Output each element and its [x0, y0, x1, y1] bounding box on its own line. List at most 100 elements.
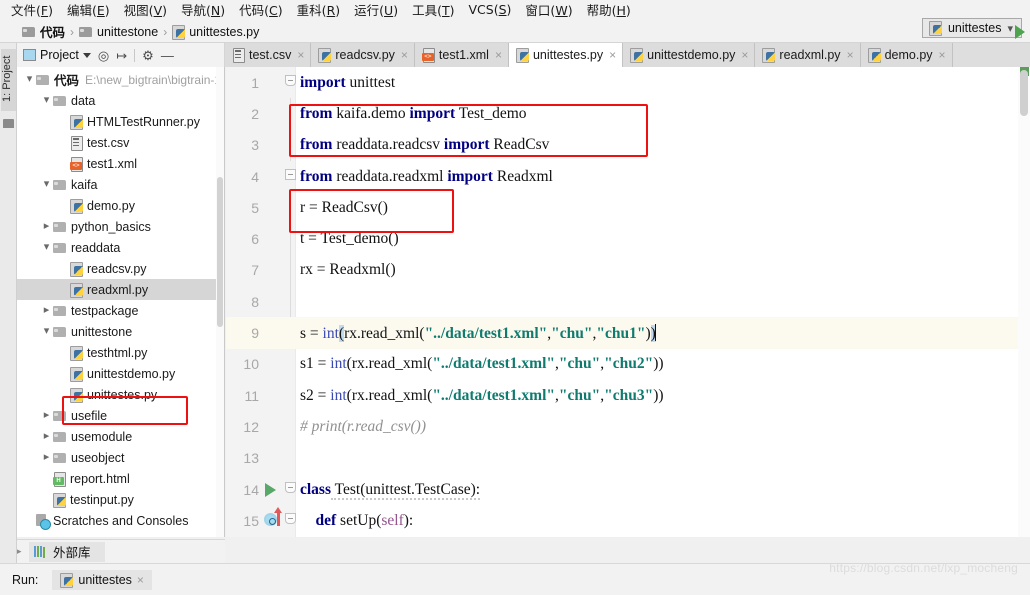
- gutter-marker[interactable]: [262, 255, 284, 286]
- fold-gutter[interactable]: [284, 161, 296, 192]
- fold-toggle-icon[interactable]: [285, 513, 296, 525]
- tree-item-unittestes-py[interactable]: unittestes.py: [17, 384, 224, 405]
- close-icon[interactable]: ×: [741, 48, 748, 62]
- chevron-right-icon[interactable]: [40, 221, 53, 232]
- close-icon[interactable]: ×: [297, 48, 304, 62]
- fold-gutter[interactable]: [284, 443, 296, 474]
- editor-tab-demo-py[interactable]: demo.py ×: [860, 43, 953, 67]
- code-line-13[interactable]: 13: [226, 443, 1030, 474]
- tree-item-HTMLTestRunner-py[interactable]: HTMLTestRunner.py: [17, 111, 224, 132]
- chevron-right-icon[interactable]: [40, 305, 53, 316]
- menu-item-1[interactable]: 编辑(E): [60, 0, 117, 20]
- tree-item-testhtml-py[interactable]: testhtml.py: [17, 342, 224, 363]
- code-line-3[interactable]: 3 from readdata.readcsv import ReadCsv: [226, 129, 1030, 161]
- fold-gutter[interactable]: [284, 129, 296, 161]
- editor-tab-unittestes-py[interactable]: unittestes.py ×: [508, 43, 624, 67]
- settings-gear-icon[interactable]: ⚙: [142, 49, 154, 62]
- sidebar-scrollbar-track[interactable]: [216, 67, 224, 537]
- gutter-marker[interactable]: [262, 349, 284, 380]
- editor-tab-test-csv[interactable]: test.csv ×: [225, 43, 312, 67]
- menu-item-7[interactable]: 工具(T): [405, 0, 461, 20]
- code-line-16[interactable]: 16 print("start"): [226, 536, 1030, 537]
- fold-gutter[interactable]: [284, 192, 296, 224]
- editor-scrollbar-thumb[interactable]: [1020, 70, 1028, 116]
- close-icon[interactable]: ×: [609, 48, 616, 62]
- fold-gutter[interactable]: [284, 318, 296, 349]
- code-text[interactable]: t = Test_demo(): [296, 230, 399, 248]
- gutter-marker[interactable]: [262, 286, 284, 317]
- hide-panel-icon[interactable]: —: [161, 49, 174, 62]
- breadcrumb-item-0[interactable]: 代码: [22, 22, 65, 41]
- chevron-right-icon[interactable]: [40, 410, 53, 421]
- tree-item-test-csv[interactable]: test.csv: [17, 132, 224, 153]
- code-line-11[interactable]: 11 s2 = int(rx.read_xml("../data/test1.xm…: [226, 380, 1030, 411]
- code-text[interactable]: r = ReadCsv(): [296, 199, 388, 217]
- editor-tab-readcsv-py[interactable]: readcsv.py ×: [311, 43, 415, 67]
- menu-item-5[interactable]: 重科(R): [290, 0, 347, 20]
- breakpoint-icon[interactable]: [264, 513, 277, 527]
- code-line-12[interactable]: 12 # print(r.read_csv()): [226, 411, 1030, 442]
- tree-item-unittestone[interactable]: unittestone: [17, 321, 224, 342]
- run-tab-unittestes[interactable]: unittestes ×: [52, 569, 152, 590]
- folder-icon[interactable]: [3, 119, 14, 128]
- sidebar-tab-project[interactable]: 1: Project: [1, 49, 16, 111]
- fold-gutter[interactable]: [284, 254, 296, 286]
- tree-item-test1-xml[interactable]: test1.xml: [17, 153, 224, 174]
- run-test-icon[interactable]: [265, 483, 276, 497]
- tree-item-usemodule[interactable]: usemodule: [17, 426, 224, 447]
- chevron-right-icon[interactable]: [40, 452, 53, 463]
- chevron-down-icon[interactable]: [82, 52, 91, 58]
- menu-item-10[interactable]: 帮助(H): [580, 0, 638, 20]
- menu-item-4[interactable]: 代码(C): [232, 0, 290, 20]
- tree-item-kaifa[interactable]: kaifa: [17, 174, 224, 195]
- menu-item-0[interactable]: 文件(F): [4, 0, 60, 20]
- close-icon[interactable]: ×: [137, 573, 144, 587]
- code-line-9[interactable]: 9 s = int(rx.read_xml("../data/test1.xml"…: [226, 317, 1030, 349]
- code-text[interactable]: class Test(unittest.TestCase):: [296, 480, 481, 500]
- tree-item-testpackage[interactable]: testpackage: [17, 300, 224, 321]
- menu-item-3[interactable]: 导航(N): [174, 0, 232, 20]
- chevron-down-icon[interactable]: [40, 326, 53, 337]
- editor-scrollbar-track[interactable]: [1018, 67, 1030, 537]
- code-text[interactable]: s = int(rx.read_xml("../data/test1.xml",…: [296, 323, 657, 343]
- editor-tab-test1-xml[interactable]: test1.xml ×: [414, 43, 509, 67]
- gutter-marker[interactable]: [262, 67, 284, 98]
- tree-item-python_basics[interactable]: python_basics: [17, 216, 224, 237]
- code-line-14[interactable]: 14 class Test(unittest.TestCase):: [226, 474, 1030, 505]
- breadcrumb-item-2[interactable]: unittestes.py: [172, 24, 259, 40]
- tree-item-testinput-py[interactable]: testinput.py: [17, 489, 224, 510]
- code-line-8[interactable]: 8: [226, 286, 1030, 318]
- locate-icon[interactable]: ◎: [98, 49, 109, 62]
- sidebar-scrollbar-thumb[interactable]: [217, 177, 223, 327]
- gutter-marker[interactable]: [262, 98, 284, 129]
- close-icon[interactable]: ×: [401, 48, 408, 62]
- close-icon[interactable]: ×: [939, 48, 946, 62]
- expand-icon[interactable]: ▸: [17, 546, 24, 557]
- fold-gutter[interactable]: [284, 67, 296, 98]
- gutter-marker[interactable]: [262, 443, 284, 474]
- close-icon[interactable]: ×: [847, 48, 854, 62]
- gutter-marker[interactable]: [262, 224, 284, 255]
- fold-gutter[interactable]: [284, 286, 296, 318]
- code-line-15[interactable]: 15 def setUp(self):: [226, 505, 1030, 536]
- run-button-icon[interactable]: [1015, 25, 1025, 39]
- chevron-down-icon[interactable]: [23, 74, 36, 85]
- editor-tab-unittestdemo-py[interactable]: unittestdemo.py ×: [623, 43, 756, 67]
- code-line-4[interactable]: 4 from readdata.readxml import Readxml: [226, 161, 1030, 192]
- code-line-1[interactable]: 1 import unittest: [226, 67, 1030, 98]
- tree-item-unittestdemo-py[interactable]: unittestdemo.py: [17, 363, 224, 384]
- code-line-10[interactable]: 10 s1 = int(rx.read_xml("../data/test1.xm…: [226, 349, 1030, 380]
- code-text[interactable]: s1 = int(rx.read_xml("../data/test1.xml"…: [296, 355, 664, 373]
- chevron-down-icon[interactable]: [40, 95, 53, 106]
- fold-toggle-icon[interactable]: [285, 169, 296, 181]
- fold-toggle-icon[interactable]: [285, 482, 296, 493]
- close-icon[interactable]: ×: [495, 48, 502, 62]
- fold-gutter[interactable]: [284, 349, 296, 380]
- fold-gutter[interactable]: [284, 474, 296, 505]
- tree-item-readdata[interactable]: readdata: [17, 237, 224, 258]
- code-line-5[interactable]: 5 r = ReadCsv(): [226, 192, 1030, 224]
- gutter-marker[interactable]: [262, 130, 284, 161]
- project-title-dropdown[interactable]: Project: [23, 48, 91, 62]
- fold-gutter[interactable]: [284, 505, 296, 536]
- fold-toggle-icon[interactable]: [285, 75, 296, 87]
